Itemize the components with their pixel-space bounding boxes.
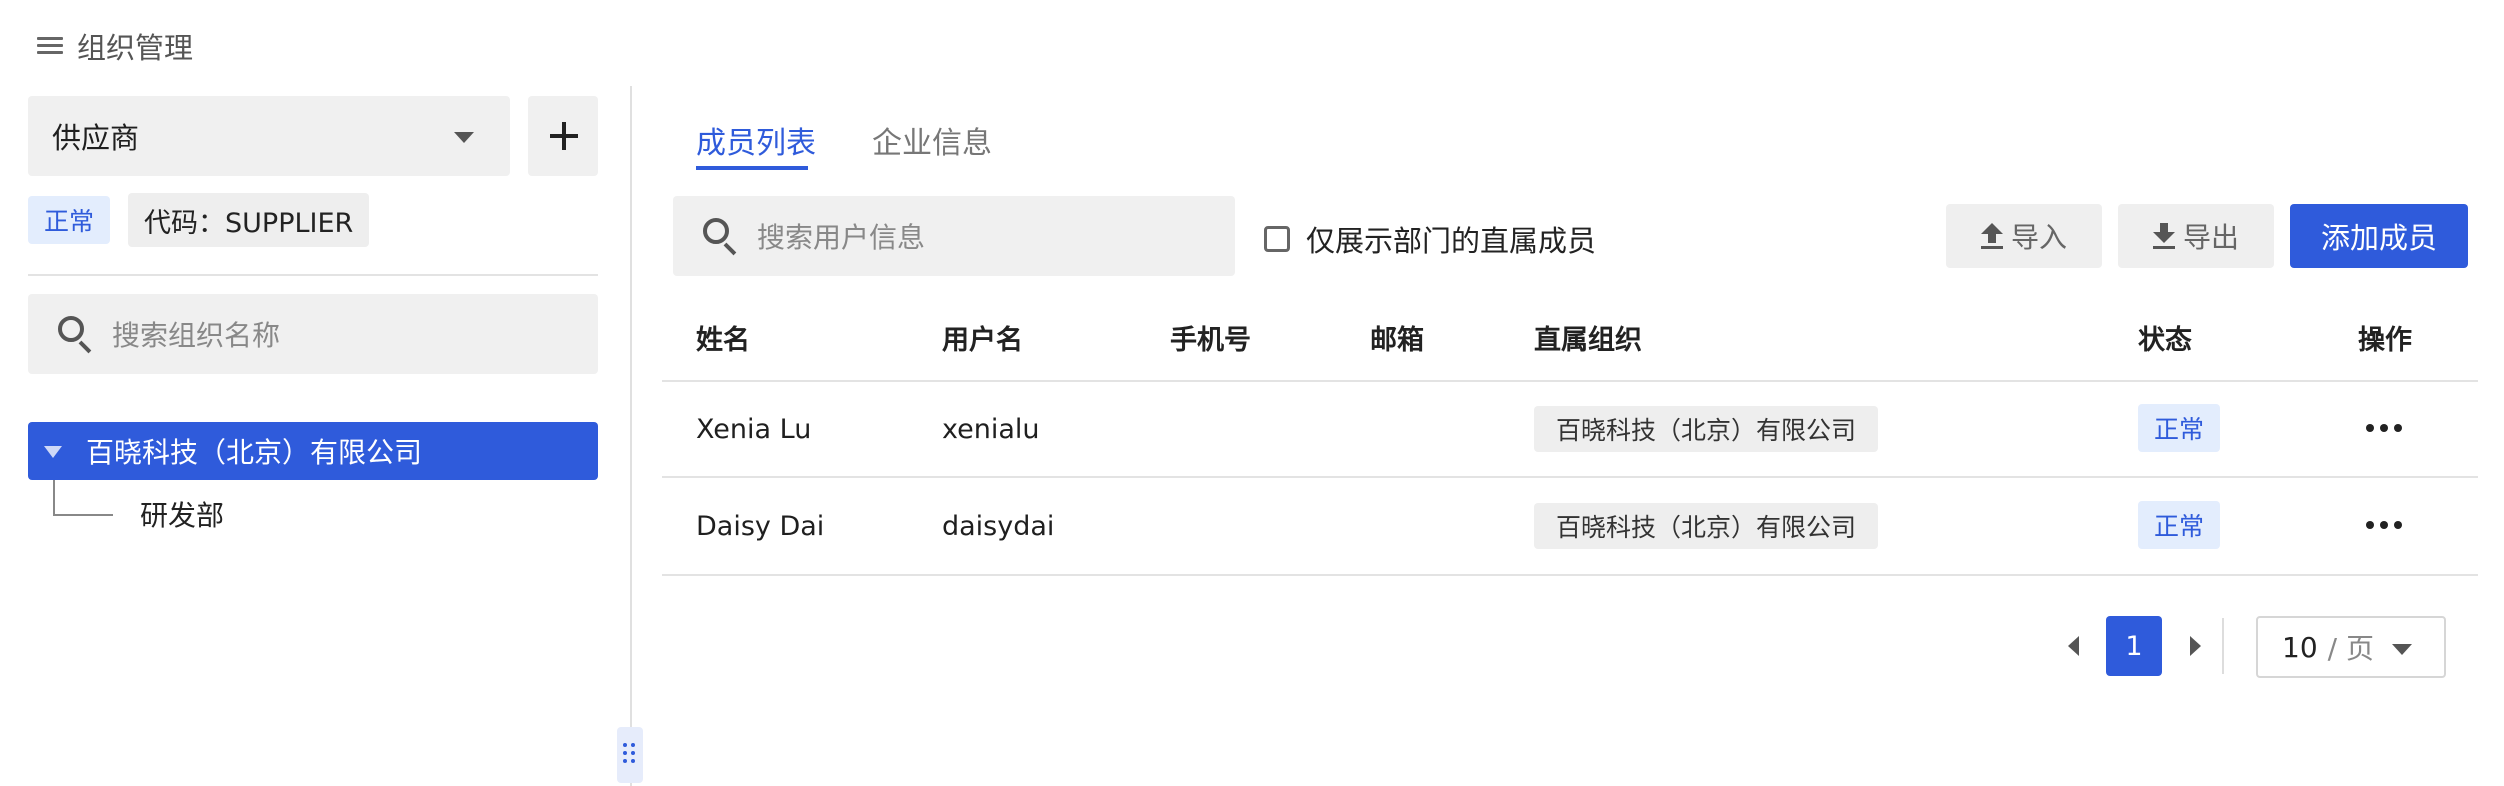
checkbox-label: 仅展示部门的直属成员 <box>1306 224 1597 258</box>
org-type-value: 供应商 <box>52 121 140 155</box>
caret-down-icon[interactable] <box>44 446 62 458</box>
tab-active-indicator <box>696 166 808 170</box>
row-divider <box>662 574 2478 576</box>
status-badge: 正常 <box>2138 404 2221 452</box>
page-size-value: 10 <box>2282 630 2318 664</box>
tree-item-label: 百晓科技（北京）有限公司 <box>86 436 423 469</box>
search-icon <box>703 218 739 256</box>
column-header-email: 邮箱 <box>1370 325 1424 356</box>
add-org-button[interactable] <box>528 96 598 176</box>
cell-name: Xenia Lu <box>696 414 812 445</box>
drag-dots-icon <box>623 743 637 767</box>
import-button[interactable]: 导入 <box>1946 204 2102 268</box>
page-size-unit: / 页 <box>2327 632 2374 665</box>
cell-username: xenialu <box>942 414 1040 445</box>
more-actions-icon[interactable] <box>2366 521 2402 529</box>
org-chip: 百晓科技（北京）有限公司 <box>1534 406 1879 452</box>
org-status-badge: 正常 <box>28 196 111 244</box>
search-icon <box>58 316 94 354</box>
column-header-phone: 手机号 <box>1170 325 1251 356</box>
column-header-actions: 操作 <box>2358 325 2412 356</box>
member-search-placeholder: 搜索用户信息 <box>757 221 926 254</box>
divider <box>2222 618 2224 674</box>
menu-icon[interactable] <box>37 35 63 57</box>
column-header-org: 直属组织 <box>1534 325 1642 356</box>
drag-handle[interactable] <box>617 727 643 783</box>
tree-item-child[interactable]: 研发部 <box>140 494 224 534</box>
org-search-placeholder: 搜索组织名称 <box>112 319 281 352</box>
page-title: 组织管理 <box>77 31 194 65</box>
more-actions-icon[interactable] <box>2366 424 2402 432</box>
org-tags: 正常 代码：SUPPLIER <box>28 193 370 247</box>
direct-members-checkbox[interactable] <box>1264 226 1290 252</box>
next-page-icon[interactable] <box>2190 636 2201 656</box>
org-chip: 百晓科技（北京）有限公司 <box>1534 503 1879 549</box>
add-member-button[interactable]: 添加成员 <box>2290 204 2468 268</box>
column-header-name: 姓名 <box>696 325 750 356</box>
tab-members[interactable]: 成员列表 <box>696 118 816 170</box>
org-type-select[interactable]: 供应商 <box>28 96 510 176</box>
chevron-down-icon <box>2392 644 2412 655</box>
prev-page-icon[interactable] <box>2068 636 2079 656</box>
member-search-input[interactable]: 搜索用户信息 <box>673 196 1235 276</box>
page-button-current[interactable]: 1 <box>2106 616 2162 676</box>
import-label: 导入 <box>2010 221 2067 254</box>
cell-username: daisydai <box>942 511 1055 542</box>
chevron-down-icon <box>454 132 474 143</box>
download-icon <box>2152 223 2175 249</box>
page-size-select[interactable]: 10 / 页 <box>2256 616 2446 678</box>
tab-label: 成员列表 <box>696 126 816 161</box>
row-divider <box>662 380 2478 382</box>
org-code-tag: 代码：SUPPLIER <box>128 193 370 247</box>
status-badge: 正常 <box>2138 501 2221 549</box>
upload-icon <box>1980 223 2003 249</box>
row-divider <box>662 476 2478 478</box>
tree-connector <box>53 514 113 516</box>
tree-item-root[interactable]: 百晓科技（北京）有限公司 <box>28 422 598 480</box>
cell-name: Daisy Dai <box>696 511 825 542</box>
divider <box>28 274 598 276</box>
page-header: 组织管理 <box>37 28 194 65</box>
direct-members-toggle[interactable]: 仅展示部门的直属成员 <box>1264 218 1596 260</box>
export-button[interactable]: 导出 <box>2118 204 2274 268</box>
column-header-username: 用户名 <box>942 325 1023 356</box>
tree-connector <box>53 480 55 516</box>
export-label: 导出 <box>2182 221 2239 254</box>
column-header-status: 状态 <box>2138 325 2192 356</box>
panel-splitter <box>630 86 632 786</box>
tab-company-info[interactable]: 企业信息 <box>872 118 992 162</box>
org-search-input[interactable]: 搜索组织名称 <box>28 294 598 374</box>
